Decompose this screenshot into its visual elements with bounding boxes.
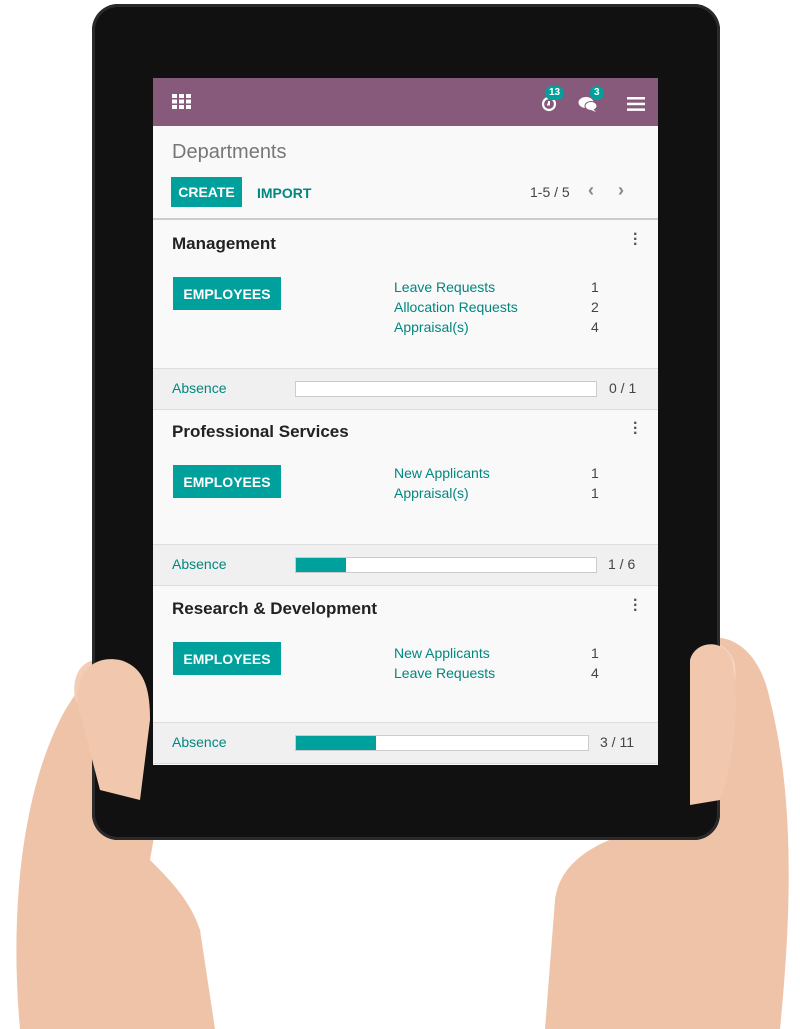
app-screen: 13 3 Departments CREATE IMPORT 1-5 / 5 ‹… — [153, 78, 658, 765]
kebab-menu-icon[interactable]: · · · — [633, 227, 638, 253]
card-title: Management — [172, 234, 276, 253]
stat-value: 1 — [591, 645, 599, 661]
activity-count-badge: 13 — [545, 86, 565, 100]
stat-value: 2 — [591, 299, 599, 315]
department-card[interactable]: Management · · · EMPLOYEES Leave Requests … — [153, 220, 658, 410]
kebab-menu-icon[interactable]: · · · — [633, 416, 638, 442]
employees-button[interactable]: EMPLOYEES — [173, 277, 281, 310]
department-card[interactable]: Professional Services · · · EMPLOYEES New … — [153, 409, 658, 586]
page-title: Departments — [172, 141, 287, 163]
absence-progress-bar — [295, 735, 589, 751]
card-title: Professional Services — [172, 422, 349, 441]
absence-count: 0 / 1 — [609, 380, 637, 396]
absence-count: 1 / 6 — [608, 556, 636, 572]
absence-link[interactable]: Absence — [172, 734, 226, 750]
stat-value: 1 — [591, 465, 599, 481]
pager-value: 1-5 / 5 — [530, 184, 570, 200]
hamburger-icon[interactable] — [627, 97, 645, 111]
stat-link[interactable]: Leave Requests — [394, 279, 495, 295]
absence-link[interactable]: Absence — [172, 556, 226, 572]
stat-value: 1 — [591, 485, 599, 501]
card-title: Research & Development — [172, 599, 378, 618]
card-footer: Absence 1 / 6 — [153, 544, 658, 586]
stat-link[interactable]: New Applicants — [394, 645, 490, 661]
absence-link[interactable]: Absence — [172, 380, 226, 396]
messages-count-badge: 3 — [590, 86, 604, 100]
stat-link[interactable]: Leave Requests — [394, 665, 495, 681]
progress-fill — [296, 558, 346, 572]
stat-value: 4 — [591, 665, 599, 681]
stat-link[interactable]: Appraisal(s) — [394, 485, 469, 501]
card-footer: Absence 0 / 1 — [153, 368, 658, 410]
absence-progress-bar — [295, 381, 597, 397]
grid-icon[interactable] — [172, 94, 191, 109]
import-button[interactable]: IMPORT — [257, 185, 311, 201]
department-card[interactable]: Research & Development · · · EMPLOYEES New… — [153, 586, 658, 764]
stat-link[interactable]: Appraisal(s) — [394, 319, 469, 335]
stat-value: 1 — [591, 279, 599, 295]
stat-link[interactable]: Allocation Requests — [394, 299, 518, 315]
stat-value: 4 — [591, 319, 599, 335]
top-navbar: 13 3 — [153, 78, 658, 126]
stat-link[interactable]: New Applicants — [394, 465, 490, 481]
absence-count: 3 / 11 — [600, 734, 634, 750]
progress-fill — [296, 736, 376, 750]
chevron-left-icon[interactable]: ‹ — [588, 180, 594, 201]
kebab-menu-icon[interactable]: · · · — [633, 593, 638, 619]
absence-progress-bar — [295, 557, 597, 573]
card-footer: Absence 3 / 11 — [153, 722, 658, 764]
chevron-right-icon[interactable]: › — [618, 180, 624, 201]
employees-button[interactable]: EMPLOYEES — [173, 642, 281, 675]
employees-button[interactable]: EMPLOYEES — [173, 465, 281, 498]
create-button[interactable]: CREATE — [171, 177, 242, 207]
